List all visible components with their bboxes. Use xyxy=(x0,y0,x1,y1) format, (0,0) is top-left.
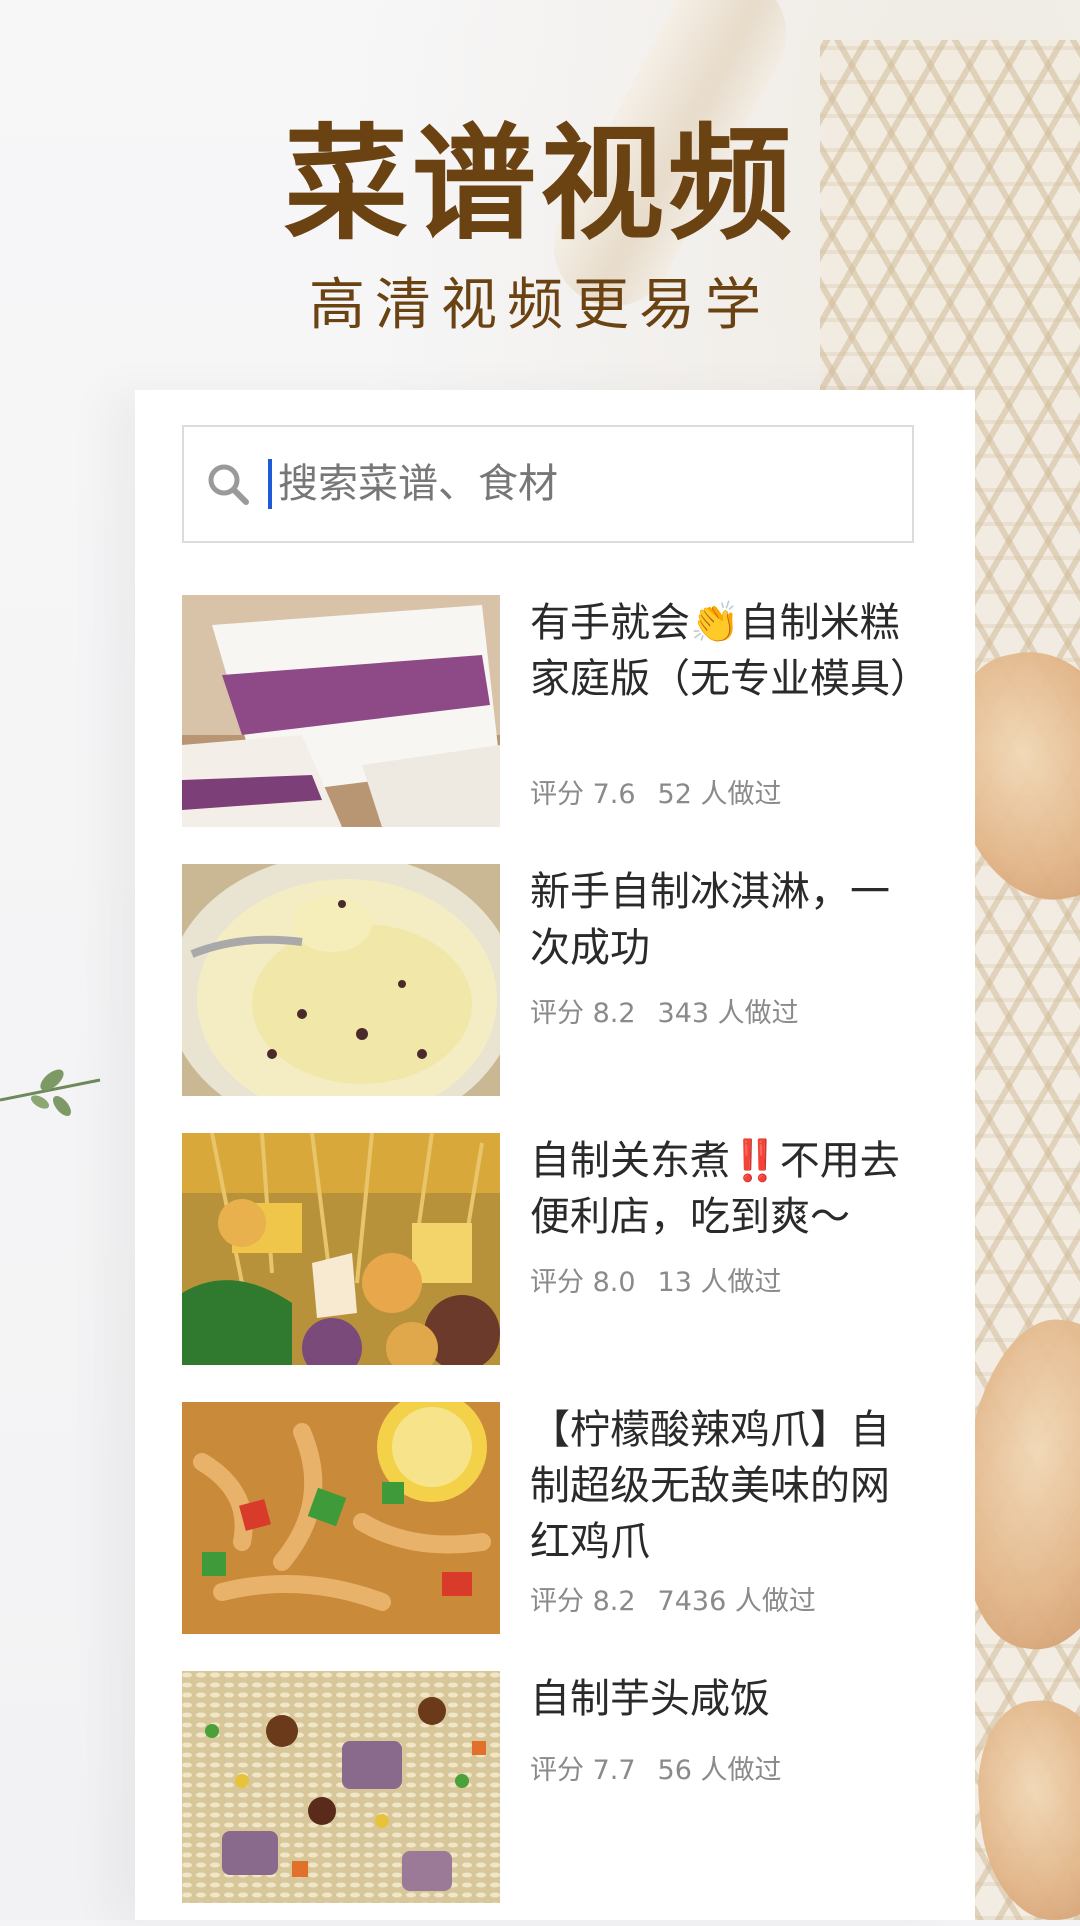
recipe-meta: 评分 7.7 56 人做过 xyxy=(530,1753,781,1789)
recipe-item[interactable]: 新手自制冰淇淋，一次成功 评分 8.2 343 人做过 xyxy=(182,864,942,1096)
chicken-feet-photo[interactable] xyxy=(182,1402,500,1634)
recipe-meta: 评分 8.0 13 人做过 xyxy=(530,1265,781,1301)
page-title: 菜谱视频 xyxy=(283,112,796,257)
rice-cake-photo[interactable] xyxy=(182,595,500,827)
recipe-title[interactable]: 新手自制冰淇淋，一次成功 xyxy=(530,864,920,976)
rating-label: 评分 7.6 xyxy=(530,779,636,810)
made-count-label: 13 人做过 xyxy=(657,1267,782,1298)
search-bar[interactable] xyxy=(182,425,914,543)
herb-sprig-decoration xyxy=(0,1069,101,1116)
recipe-title[interactable]: 【柠檬酸辣鸡爪】自制超级无敌美味的网红鸡爪 xyxy=(530,1402,920,1570)
recipe-item[interactable]: 【柠檬酸辣鸡爪】自制超级无敌美味的网红鸡爪 评分 8.2 7436 人做过 xyxy=(182,1402,942,1634)
recipe-title[interactable]: 有手就会👏自制米糕家庭版（无专业模具） xyxy=(530,595,930,707)
search-input[interactable] xyxy=(268,459,880,509)
page-subtitle: 高清视频更易学 xyxy=(309,273,771,338)
recipe-title[interactable]: 自制关东煮‼️不用去便利店，吃到爽～ xyxy=(530,1133,920,1245)
rating-label: 评分 8.2 xyxy=(530,1586,636,1617)
search-icon xyxy=(208,464,249,505)
rating-label: 评分 8.0 xyxy=(530,1267,636,1298)
recipe-meta: 评分 8.2 343 人做过 xyxy=(530,996,799,1032)
recipe-item[interactable]: 自制芋头咸饭 评分 7.7 56 人做过 xyxy=(182,1671,942,1903)
oden-photo[interactable] xyxy=(182,1133,500,1365)
recipe-card-panel: 有手就会👏自制米糕家庭版（无专业模具） 评分 7.652 人做过 新手自制 xyxy=(135,390,975,1920)
made-count-label: 56 人做过 xyxy=(657,1755,782,1786)
ice-cream-photo[interactable] xyxy=(182,864,500,1096)
taro-rice-photo[interactable] xyxy=(182,1671,500,1903)
recipe-item[interactable]: 自制关东煮‼️不用去便利店，吃到爽～ 评分 8.0 13 人做过 xyxy=(182,1133,942,1365)
made-count-label: 343 人做过 xyxy=(657,998,799,1029)
rating-label: 评分 7.7 xyxy=(530,1755,636,1786)
recipe-title[interactable]: 自制芋头咸饭 xyxy=(530,1671,920,1727)
recipe-meta: 评分 8.2 7436 人做过 xyxy=(530,1584,816,1620)
recipe-meta: 评分 7.6 52 人做过 xyxy=(530,777,781,813)
recipe-item[interactable]: 有手就会👏自制米糕家庭版（无专业模具） 评分 7.6 52 人做过 xyxy=(182,595,942,827)
rating-label: 评分 8.2 xyxy=(530,998,636,1029)
made-count-label: 52 人做过 xyxy=(657,779,782,810)
made-count-label: 7436 人做过 xyxy=(657,1586,816,1617)
page-header: 菜谱视频 高清视频更易学 xyxy=(0,110,1080,342)
